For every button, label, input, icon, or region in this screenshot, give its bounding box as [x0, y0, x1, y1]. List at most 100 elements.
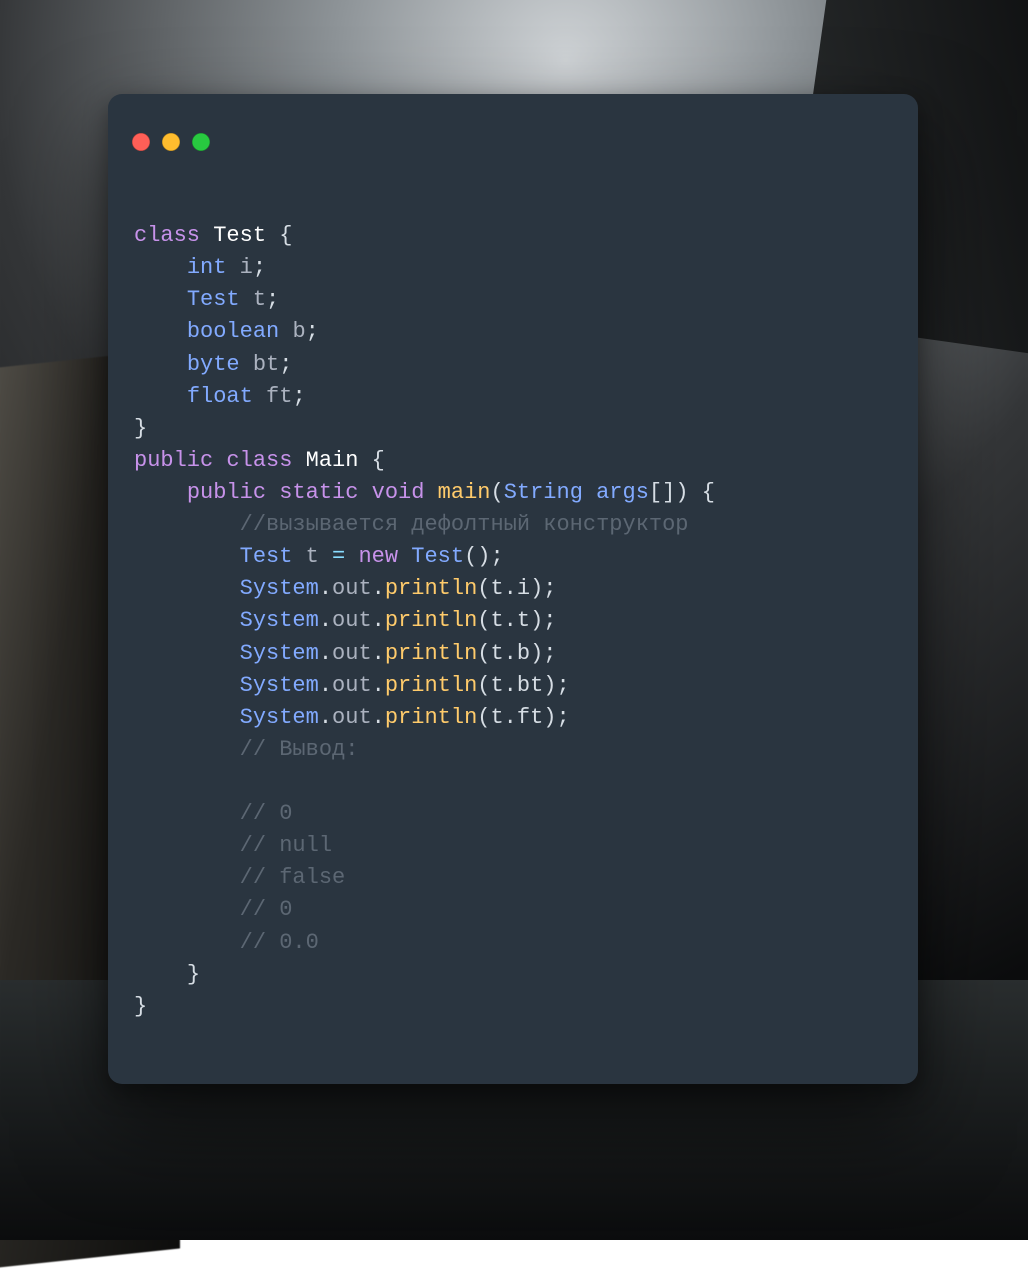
code-line: System.out.println(t.b); [134, 641, 557, 666]
code-line: // 0 [134, 801, 292, 826]
brace: { [372, 448, 385, 473]
type-boolean: boolean [187, 319, 279, 344]
dot: . [372, 576, 385, 601]
dot: . [319, 673, 332, 698]
variable: t [306, 544, 319, 569]
brackets: [] [649, 480, 675, 505]
args: (t.i); [477, 576, 556, 601]
variable: bt [253, 352, 279, 377]
variable: i [240, 255, 253, 280]
code-line: // 0 [134, 897, 292, 922]
call: (); [464, 544, 504, 569]
comment: // false [240, 865, 346, 890]
keyword-static: static [279, 480, 358, 505]
comment: // 0 [240, 897, 293, 922]
dot: . [372, 641, 385, 666]
brace: } [187, 962, 200, 987]
code-line: public class Main { [134, 448, 385, 473]
param-args: args [596, 480, 649, 505]
args: (t.b); [477, 641, 556, 666]
keyword-public: public [187, 480, 266, 505]
keyword-class: class [134, 223, 200, 248]
code-line [134, 769, 240, 794]
type-float: float [187, 384, 253, 409]
code-line: } [134, 962, 200, 987]
out: out [332, 641, 372, 666]
variable: ft [266, 384, 292, 409]
code-line: Test t; [134, 287, 279, 312]
code-line: class Test { [134, 223, 292, 248]
code-line: public static void main(String args[]) { [134, 480, 715, 505]
constructor: Test [411, 544, 464, 569]
println: println [385, 673, 477, 698]
operator-eq: = [332, 544, 345, 569]
keyword-void: void [372, 480, 425, 505]
code-content: class Test { int i; Test t; boolean b; b… [108, 166, 918, 1053]
system: System [240, 576, 319, 601]
system: System [240, 673, 319, 698]
dot: . [319, 705, 332, 730]
semicolon: ; [279, 352, 292, 377]
code-line: byte bt; [134, 352, 292, 377]
semicolon: ; [306, 319, 319, 344]
code-window: class Test { int i; Test t; boolean b; b… [108, 94, 918, 1084]
code-line: System.out.println(t.ft); [134, 705, 570, 730]
system: System [240, 705, 319, 730]
semicolon: ; [292, 384, 305, 409]
minimize-icon[interactable] [162, 133, 180, 151]
code-line: System.out.println(t.bt); [134, 673, 570, 698]
dot: . [372, 673, 385, 698]
zoom-icon[interactable] [192, 133, 210, 151]
variable: b [292, 319, 305, 344]
type-string: String [504, 480, 583, 505]
code-line: } [134, 416, 147, 441]
dot: . [319, 608, 332, 633]
args: (t.ft); [477, 705, 569, 730]
class-name: Test [213, 223, 266, 248]
semicolon: ; [266, 287, 279, 312]
keyword-public: public [134, 448, 213, 473]
args: (t.t); [477, 608, 556, 633]
function-main: main [438, 480, 491, 505]
comment: //вызывается дефолтный конструктор [240, 512, 689, 537]
out: out [332, 705, 372, 730]
comment: // null [240, 833, 332, 858]
code-line: boolean b; [134, 319, 319, 344]
code-line: // null [134, 833, 332, 858]
code-line: float ft; [134, 384, 306, 409]
semicolon: ; [253, 255, 266, 280]
class-name: Main [306, 448, 359, 473]
comment: // 0 [240, 801, 293, 826]
brace: } [134, 994, 147, 1019]
println: println [385, 608, 477, 633]
code-line: } [134, 994, 147, 1019]
variable: t [253, 287, 266, 312]
paren: ( [490, 480, 503, 505]
type-test: Test [240, 544, 293, 569]
dot: . [372, 608, 385, 633]
code-line: int i; [134, 255, 266, 280]
code-line: System.out.println(t.i); [134, 576, 557, 601]
keyword-class: class [226, 448, 292, 473]
code-line: System.out.println(t.t); [134, 608, 557, 633]
comment: // Вывод: [240, 737, 359, 762]
dot: . [319, 576, 332, 601]
out: out [332, 576, 372, 601]
brace: } [134, 416, 147, 441]
code-line: //вызывается дефолтный конструктор [134, 512, 689, 537]
code-line: // false [134, 865, 345, 890]
keyword-new: new [358, 544, 398, 569]
system: System [240, 608, 319, 633]
code-line: // 0.0 [134, 930, 319, 955]
type-test: Test [187, 287, 240, 312]
args: (t.bt); [477, 673, 569, 698]
out: out [332, 608, 372, 633]
close-icon[interactable] [132, 133, 150, 151]
system: System [240, 641, 319, 666]
println: println [385, 641, 477, 666]
type-byte: byte [187, 352, 240, 377]
dot: . [319, 641, 332, 666]
dot: . [372, 705, 385, 730]
out: out [332, 673, 372, 698]
println: println [385, 705, 477, 730]
